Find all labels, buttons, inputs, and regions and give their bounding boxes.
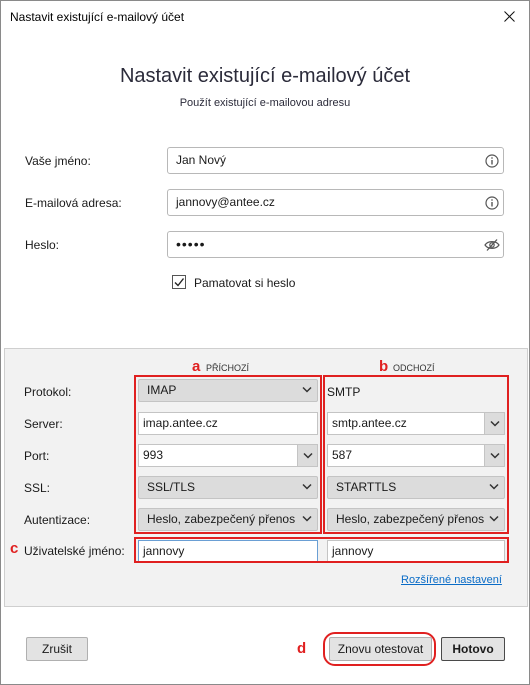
page-subtitle: Použít existující e-mailovou adresu	[179, 97, 351, 109]
page-title: Nastavit existující e-mailový účet	[119, 65, 411, 87]
annotation-box-username	[134, 537, 509, 563]
info-icon[interactable]	[485, 154, 499, 168]
annotation-d: d	[297, 640, 307, 657]
retest-button[interactable]: Znovu otestovat	[329, 637, 432, 661]
annotation-a: a	[192, 358, 201, 375]
email-label: E-mailová adresa:	[25, 196, 122, 210]
name-field[interactable]: Jan Nový	[167, 147, 504, 174]
incoming-header: PŘÍCHOZÍ	[206, 363, 250, 373]
remember-password-checkbox[interactable]	[172, 275, 186, 289]
remember-password-label[interactable]: Pamatovat si heslo	[194, 276, 295, 290]
title-bar: Nastavit existující e-mailový účet	[1, 1, 529, 32]
outgoing-header: ODCHOZÍ	[393, 363, 435, 373]
annotation-c: c	[10, 540, 19, 557]
password-field[interactable]: •••••	[167, 231, 504, 258]
email-field[interactable]: jannovy@antee.cz	[167, 189, 504, 216]
ssl-label: SSL:	[24, 481, 51, 495]
password-label: Heslo:	[25, 238, 60, 252]
name-value: Jan Nový	[176, 153, 227, 167]
info-icon[interactable]	[485, 196, 499, 210]
cancel-button[interactable]: Zrušit	[26, 637, 88, 661]
annotation-box-outgoing	[323, 375, 509, 534]
window-title: Nastavit existující e-mailový účet	[10, 10, 185, 24]
advanced-settings-link[interactable]: Rozšířené nastavení	[401, 574, 502, 586]
checkmark-icon	[174, 278, 185, 287]
annotation-b: b	[379, 358, 389, 375]
close-icon[interactable]	[489, 1, 529, 32]
eye-slash-icon[interactable]	[484, 238, 500, 252]
name-label: Vaše jméno:	[25, 154, 91, 168]
protocol-label: Protokol:	[24, 385, 72, 399]
password-value: •••••	[176, 236, 206, 252]
annotation-box-incoming	[134, 375, 322, 534]
done-button[interactable]: Hotovo	[441, 637, 505, 661]
port-label: Port:	[24, 449, 50, 463]
email-value: jannovy@antee.cz	[176, 195, 275, 209]
auth-label: Autentizace:	[24, 513, 91, 527]
server-label: Server:	[24, 417, 63, 431]
username-label: Uživatelské jméno:	[24, 544, 125, 558]
dialog-window: Nastavit existující e-mailový účet Nasta…	[0, 0, 530, 685]
